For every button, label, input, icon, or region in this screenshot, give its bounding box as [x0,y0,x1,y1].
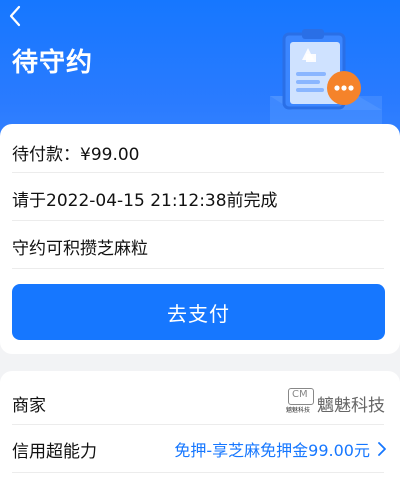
clipboard-document-icon [270,29,382,128]
divider [12,424,384,425]
merchant-logo: CM [288,388,314,405]
pending-amount: 待付款：¥99.00 [12,145,140,165]
merchant-logo-caption: 魑魅科技 [286,407,311,414]
info-card [0,371,400,487]
credit-label: 信用超能力 [12,442,97,462]
back-chevron-icon[interactable] [4,4,28,28]
divider [12,472,384,473]
more-dots-icon [327,71,361,105]
points-text: 守约可积攒芝麻粒 [12,239,148,259]
divider [12,268,384,269]
chevron-right-icon[interactable] [376,439,388,459]
deadline-text: 请于2022-04-15 21:12:38前完成 [12,191,278,211]
merchant-name: 魑魅科技 [317,396,385,416]
pay-button[interactable]: 去支付 [12,284,385,340]
merchant-logo-mark: CM [292,389,308,400]
credit-deposit-free-link[interactable]: 免押-享芝麻免押金99.00元 [174,437,370,461]
merchant-label: 商家 [12,396,46,416]
divider [12,172,384,173]
page-title: 待守约 [12,48,94,78]
divider [12,220,384,221]
